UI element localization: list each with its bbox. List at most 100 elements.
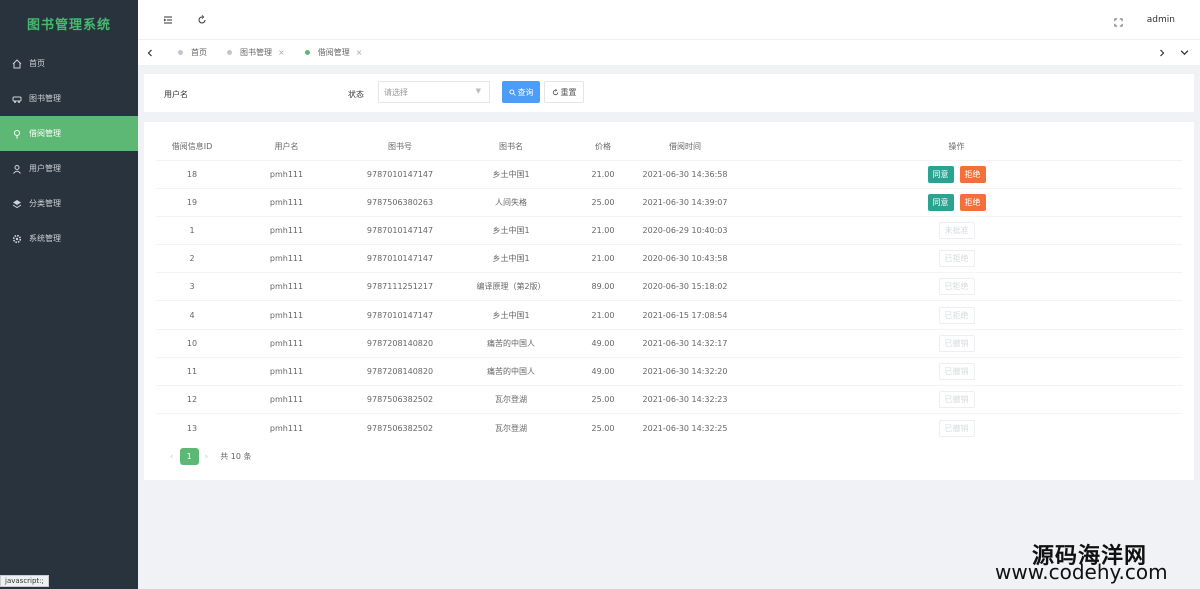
current-user[interactable]: admin bbox=[1147, 15, 1175, 25]
cell-ops: 已撤销 bbox=[731, 413, 1182, 442]
search-icon bbox=[508, 88, 516, 96]
cell-ops: 已撤销 bbox=[731, 384, 1182, 414]
cell-ops: 已拒绝 bbox=[731, 272, 1182, 301]
username-input[interactable] bbox=[194, 82, 334, 104]
table-row: 3 pmh111 9787111251217 编译原理（第2版） 89.00 2020-0… bbox=[156, 272, 1182, 301]
borrow-table: 借阅信息ID 用户名 图书号 图书名 价格 借阅时间 操作 18 pmh111 97… bbox=[156, 134, 1182, 442]
layers-icon bbox=[12, 199, 22, 209]
cell-time: 2021-06-30 14:32:23 bbox=[639, 384, 731, 414]
cell-price: 21.00 bbox=[567, 159, 639, 189]
reset-button[interactable]: 重置 bbox=[544, 81, 584, 103]
cell-id: 4 bbox=[156, 300, 228, 330]
cell-id: 2 bbox=[156, 244, 228, 273]
cell-id: 13 bbox=[156, 413, 228, 442]
gear-icon bbox=[12, 234, 22, 244]
cell-isbn: 9787010147147 bbox=[345, 159, 455, 189]
table-row: 4 pmh111 9787010147147 乡土中国1 21.00 2021-06-15… bbox=[156, 300, 1182, 330]
status-disabled-button: 已拒绝 bbox=[938, 278, 975, 296]
sidebar-item-books[interactable]: 图书管理 bbox=[0, 81, 138, 116]
cell-user: pmh111 bbox=[228, 384, 345, 414]
sidebar-item-users[interactable]: 用户管理 bbox=[0, 151, 138, 186]
column-header[interactable]: 图书号 bbox=[345, 134, 455, 160]
cell-name: 瓦尔登湖 bbox=[455, 413, 567, 442]
cell-isbn: 9787506382502 bbox=[345, 413, 455, 442]
cell-name: 编译原理（第2版） bbox=[455, 272, 567, 301]
refresh-icon[interactable] bbox=[194, 12, 210, 28]
reject-button[interactable]: 拒绝 bbox=[959, 165, 986, 183]
sidebar-item-label: 分类管理 bbox=[29, 199, 61, 208]
cell-price: 25.00 bbox=[567, 384, 639, 414]
sidebar: 图书管理系统 首页 图书管理 借阅管理 用户管理 分类管理 系统管理 javas… bbox=[0, 0, 138, 589]
cell-name: 痛苦的中国人 bbox=[455, 356, 567, 386]
cell-time: 2021-06-30 14:32:20 bbox=[639, 356, 731, 386]
column-header[interactable]: 借阅信息ID bbox=[156, 134, 228, 160]
cell-price: 25.00 bbox=[567, 187, 639, 217]
tabs-next-icon[interactable] bbox=[1154, 45, 1170, 61]
table-row: 18 pmh111 9787010147147 乡土中国1 21.00 2021-06-3… bbox=[156, 159, 1182, 189]
column-header[interactable]: 图书名 bbox=[455, 134, 567, 160]
column-header[interactable]: 用户名 bbox=[228, 134, 345, 160]
cell-name: 瓦尔登湖 bbox=[455, 384, 567, 414]
page-current[interactable]: 1 bbox=[179, 448, 199, 465]
column-header[interactable]: 借阅时间 bbox=[639, 134, 731, 160]
close-icon[interactable]: × bbox=[356, 48, 363, 57]
sidebar-item-categories[interactable]: 分类管理 bbox=[0, 186, 138, 221]
tab-dot bbox=[304, 50, 310, 55]
status-disabled-button: 已撤销 bbox=[938, 334, 975, 352]
cell-name: 乡土中国1 bbox=[455, 215, 567, 245]
table-row: 12 pmh111 9787506382502 瓦尔登湖 25.00 2021-06-30… bbox=[156, 384, 1182, 414]
reset-button-label: 重置 bbox=[560, 87, 577, 97]
cell-ops: 已拒绝 bbox=[731, 244, 1182, 273]
status-disabled-button: 已撤销 bbox=[938, 419, 975, 437]
table-row: 10 pmh111 9787208140820 痛苦的中国人 49.00 2021-06-… bbox=[156, 328, 1182, 358]
cell-isbn: 9787010147147 bbox=[345, 244, 455, 273]
cell-name: 人间失格 bbox=[455, 187, 567, 217]
reject-button[interactable]: 拒绝 bbox=[959, 193, 986, 211]
column-header[interactable]: 价格 bbox=[567, 134, 639, 160]
tab-borrow[interactable]: 借阅管理 × bbox=[295, 40, 373, 66]
status-label: 状态 bbox=[348, 90, 364, 99]
cell-time: 2020-06-30 15:18:02 bbox=[639, 272, 731, 301]
tabs-prev-icon[interactable] bbox=[142, 45, 158, 61]
tab-dot bbox=[178, 50, 183, 55]
cell-time: 2020-06-29 10:40:03 bbox=[639, 215, 731, 245]
cell-isbn: 9787208140820 bbox=[345, 328, 455, 358]
status-disabled-button: 已拒绝 bbox=[938, 250, 975, 268]
home-icon bbox=[12, 58, 22, 69]
menu-fold-icon[interactable] bbox=[160, 12, 176, 28]
tabs-bar: 首页 图书管理 × 借阅管理 × bbox=[138, 40, 1200, 66]
approve-button[interactable]: 同意 bbox=[927, 193, 954, 211]
sidebar-item-home[interactable]: 首页 bbox=[0, 46, 138, 81]
sidebar-item-borrow[interactable]: 借阅管理 bbox=[0, 116, 138, 151]
approve-button[interactable]: 同意 bbox=[927, 165, 954, 183]
user-icon bbox=[12, 164, 22, 174]
cell-id: 19 bbox=[156, 187, 228, 217]
next-page-icon[interactable]: › bbox=[205, 452, 209, 462]
cell-name: 乡土中国1 bbox=[455, 244, 567, 273]
close-icon[interactable]: × bbox=[278, 48, 285, 57]
tab-home[interactable]: 首页 bbox=[168, 40, 217, 66]
cell-id: 10 bbox=[156, 328, 228, 358]
fullscreen-icon[interactable] bbox=[1110, 14, 1126, 30]
sidebar-item-label: 借阅管理 bbox=[29, 129, 61, 138]
pagination: ‹ 1 › 共 10 条 bbox=[164, 448, 251, 465]
search-button[interactable]: 查询 bbox=[502, 81, 540, 103]
refresh-icon bbox=[552, 88, 558, 95]
table-row: 2 pmh111 9787010147147 乡土中国1 21.00 2020-06-30… bbox=[156, 244, 1182, 273]
cell-id: 11 bbox=[156, 356, 228, 386]
cell-time: 2020-06-30 10:43:58 bbox=[639, 244, 731, 273]
sidebar-item-system[interactable]: 系统管理 bbox=[0, 221, 138, 256]
cell-time: 2021-06-30 14:39:07 bbox=[639, 187, 731, 217]
cell-user: pmh111 bbox=[228, 413, 345, 442]
prev-page-icon[interactable]: ‹ bbox=[170, 452, 174, 462]
cell-id: 1 bbox=[156, 215, 228, 245]
status-select[interactable]: 请选择 ▼ bbox=[378, 81, 490, 103]
cell-isbn: 9787506382502 bbox=[345, 384, 455, 414]
search-button-label: 查询 bbox=[517, 87, 534, 97]
cell-ops: 同意 拒绝 bbox=[731, 187, 1182, 217]
cell-time: 2021-06-15 17:08:54 bbox=[639, 300, 731, 330]
tab-books[interactable]: 图书管理 × bbox=[217, 40, 295, 66]
chevron-down-icon[interactable] bbox=[1176, 45, 1192, 61]
sidebar-item-label: 首页 bbox=[29, 59, 45, 68]
sidebar-item-label: 系统管理 bbox=[29, 234, 61, 243]
